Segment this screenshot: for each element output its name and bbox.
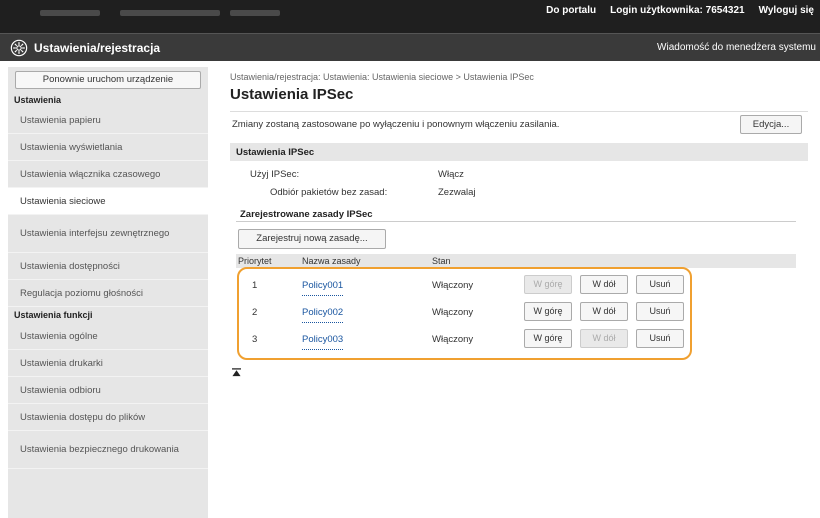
sidebar-item-timer[interactable]: Ustawienia włącznika czasowego [8, 161, 208, 188]
sidebar-item-receive[interactable]: Ustawienia odbioru [8, 377, 208, 404]
column-status: Stan [432, 256, 451, 266]
divider [236, 221, 796, 222]
sidebar-section-functions: Ustawienia funkcji [14, 310, 93, 320]
title-bar: Ustawienia/rejestracja Wiadomość do mene… [0, 33, 820, 61]
sidebar-item-paper[interactable]: Ustawienia papieru [8, 107, 208, 134]
restart-notice: Zmiany zostaną zastosowane po wyłączeniu… [232, 119, 560, 130]
breadcrumb: Ustawienia/rejestracja: Ustawienia: Usta… [230, 72, 534, 82]
notice-row: Zmiany zostaną zastosowane po wyłączeniu… [230, 111, 808, 135]
ipsec-section-title: Ustawienia IPSec [236, 147, 315, 158]
blurred-logo [40, 10, 100, 16]
highlight-frame [237, 267, 692, 360]
ipsec-section-header: Ustawienia IPSec [230, 143, 808, 161]
edit-button[interactable]: Edycja... [740, 115, 802, 134]
restart-device-button[interactable]: Ponownie uruchom urządzenie [15, 71, 201, 89]
message-to-manager-link[interactable]: Wiadomość do menedżera systemu [657, 42, 816, 53]
logout-link[interactable]: Wyloguj się [759, 5, 814, 16]
registered-policies-heading: Zarejestrowane zasady IPSec [240, 209, 373, 220]
blurred-device-info [230, 10, 280, 16]
policy-table-header: Priorytet Nazwa zasady Stan [236, 254, 796, 268]
use-ipsec-value: Włącz [438, 169, 464, 180]
sidebar-item-network[interactable]: Ustawienia sieciowe [8, 188, 208, 215]
column-priority: Priorytet [238, 256, 272, 266]
portal-link[interactable]: Do portalu [546, 5, 596, 16]
blurred-device-name [120, 10, 220, 16]
app-title: Ustawienia/rejestracja [34, 41, 161, 55]
login-user: 7654321 [705, 4, 745, 16]
sidebar-item-volume[interactable]: Regulacja poziomu głośności [8, 280, 208, 307]
page-title: Ustawienia IPSec [230, 86, 354, 103]
column-policy-name: Nazwa zasady [302, 256, 361, 266]
receive-packets-value: Zezwalaj [438, 187, 476, 198]
back-to-top-icon[interactable] [232, 368, 241, 377]
use-ipsec-label: Użyj IPSec: [250, 169, 300, 180]
top-links: Do portalu Login użytkownika: 7654321 Wy… [546, 0, 814, 20]
sidebar-item-display[interactable]: Ustawienia wyświetlania [8, 134, 208, 161]
top-bar: Do portalu Login użytkownika: 7654321 Wy… [0, 0, 820, 33]
sidebar-item-interface[interactable]: Ustawienia interfejsu zewnętrznego [8, 215, 208, 253]
sidebar-item-file-access[interactable]: Ustawienia dostępu do plików [8, 404, 208, 431]
sidebar-item-general[interactable]: Ustawienia ogólne [8, 323, 208, 350]
sidebar-item-printer[interactable]: Ustawienia drukarki [8, 350, 208, 377]
register-new-policy-button[interactable]: Zarejestruj nową zasadę... [238, 229, 386, 249]
sidebar-item-secure-print[interactable]: Ustawienia bezpiecznego drukowania [8, 431, 208, 469]
main-content: Ustawienia/rejestracja: Ustawienia: Usta… [230, 67, 808, 377]
receive-packets-label: Odbiór pakietów bez zasad: [270, 187, 388, 198]
sidebar-item-accessibility[interactable]: Ustawienia dostępności [8, 253, 208, 280]
login-info: Login użytkownika: 7654321 [610, 5, 745, 16]
settings-gear-icon [10, 39, 28, 57]
sidebar-section-settings: Ustawienia [14, 95, 62, 105]
login-label: Login użytkownika: [610, 4, 703, 16]
sidebar: Ponownie uruchom urządzenie Ustawienia U… [8, 67, 208, 518]
